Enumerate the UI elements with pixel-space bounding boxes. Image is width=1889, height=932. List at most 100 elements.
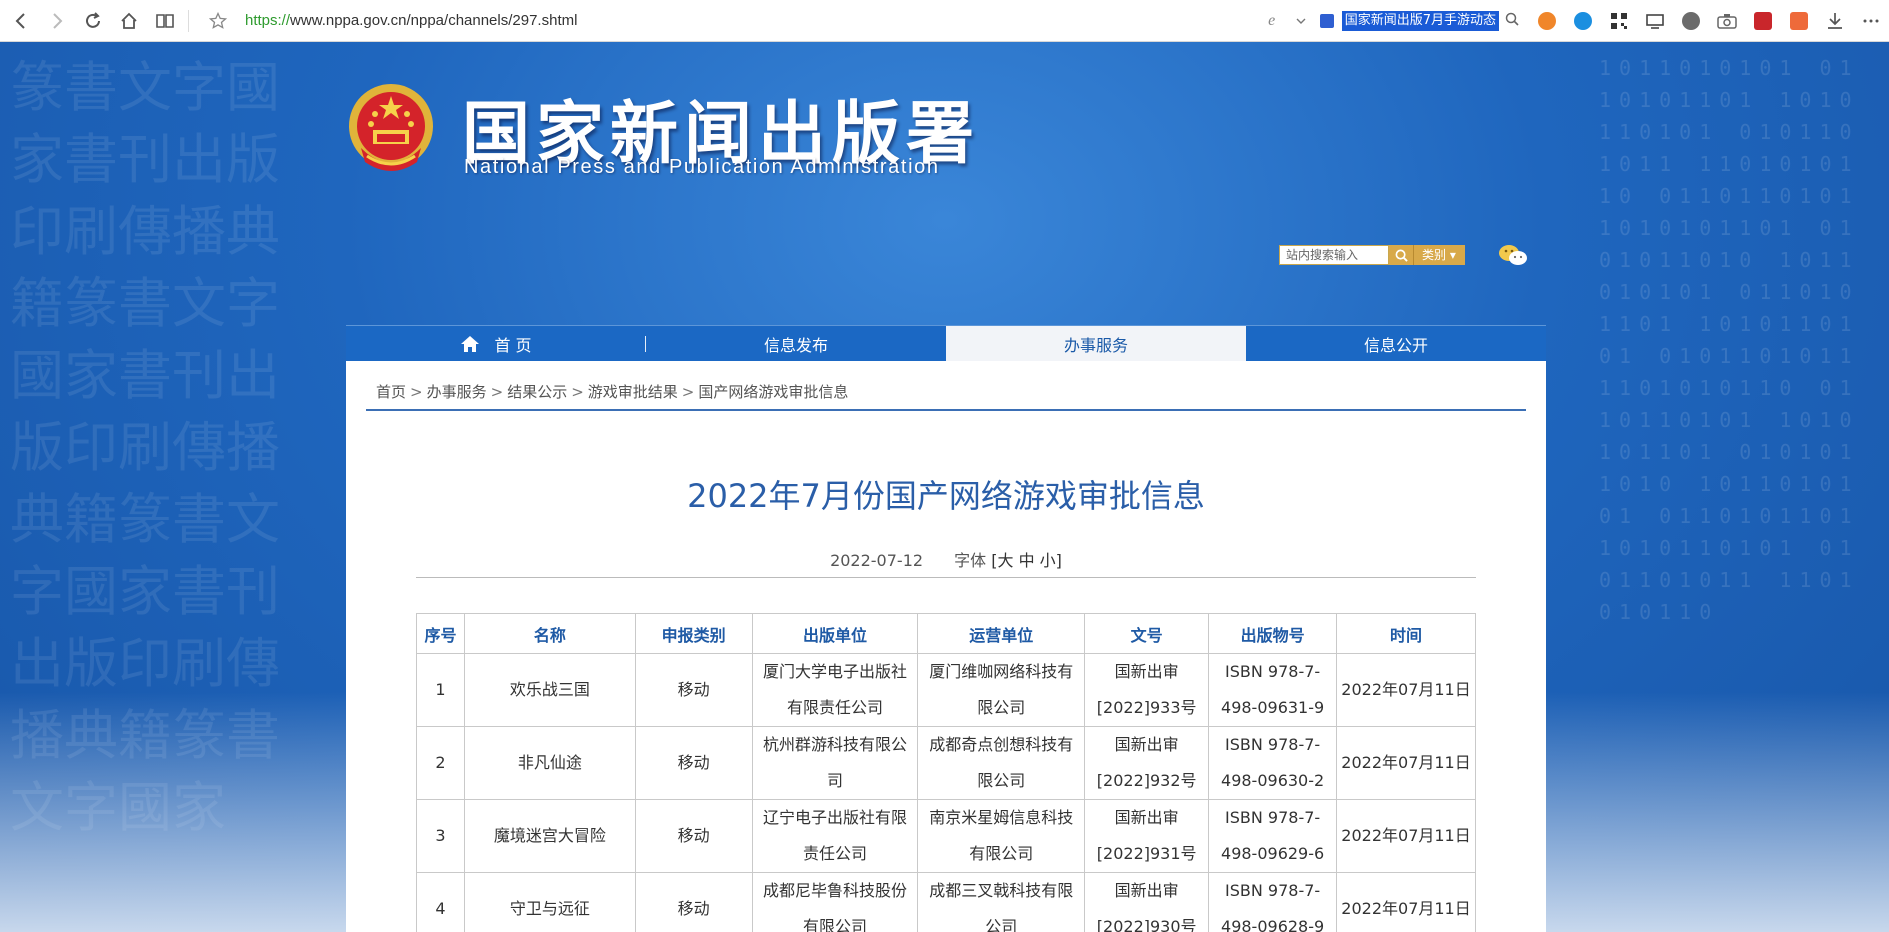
cell-publisher: 杭州群游科技有限公司 bbox=[751, 726, 919, 800]
nav-info-disclosure[interactable]: 信息公开 bbox=[1246, 326, 1546, 362]
main-nav: 首 页 信息发布 办事服务 信息公开 bbox=[346, 325, 1546, 362]
cell-no: 2 bbox=[416, 726, 465, 800]
chevron-down-icon[interactable] bbox=[1290, 0, 1312, 42]
breadcrumb: 首页 > 办事服务 > 结果公示 > 游戏审批结果 > 国产网络游戏审批信息 bbox=[376, 381, 848, 402]
cell-operator: 成都三叉戟科技有限公司 bbox=[917, 872, 1086, 932]
download-icon[interactable] bbox=[1817, 0, 1853, 42]
reload-icon[interactable] bbox=[78, 6, 108, 36]
red-extension-icon[interactable] bbox=[1745, 0, 1781, 42]
qr-code-icon[interactable] bbox=[1601, 0, 1637, 42]
col-header-document-no: 文号 bbox=[1084, 613, 1210, 654]
cell-operator: 厦门维咖网络科技有限公司 bbox=[917, 653, 1086, 727]
address-bar[interactable]: https://www.nppa.gov.cn/nppa/channels/29… bbox=[245, 12, 577, 29]
col-header-publisher: 出版单位 bbox=[751, 613, 919, 654]
font-size-options[interactable]: [大 中 小] bbox=[991, 551, 1062, 570]
table-row: 2 非凡仙途 移动 杭州群游科技有限公司 成都奇点创想科技有限公司 国新出审[2… bbox=[416, 726, 1476, 800]
col-header-no: 序号 bbox=[416, 613, 465, 654]
search-icon[interactable] bbox=[1499, 12, 1525, 30]
forward-icon[interactable] bbox=[42, 6, 72, 36]
wechat-icon[interactable] bbox=[1498, 243, 1528, 267]
breadcrumb-separator: > bbox=[490, 383, 504, 401]
breadcrumb-results[interactable]: 结果公示 bbox=[507, 383, 567, 401]
nav-services[interactable]: 办事服务 bbox=[946, 326, 1246, 362]
cell-isbn: ISBN 978-7-498-09630-2 bbox=[1208, 726, 1338, 800]
browser-toolbar: https://www.nppa.gov.cn/nppa/channels/29… bbox=[0, 0, 1889, 42]
nav-info-release[interactable]: 信息发布 bbox=[646, 326, 946, 362]
cast-icon[interactable] bbox=[1637, 0, 1673, 42]
meta-divider bbox=[416, 577, 1476, 578]
game-approval-table: 序号 名称 申报类别 出版单位 运营单位 文号 出版物号 时间 1 欢乐战三国 … bbox=[416, 613, 1476, 932]
cell-operator: 成都奇点创想科技有限公司 bbox=[917, 726, 1086, 800]
search-icon bbox=[1395, 249, 1408, 262]
nav-label: 信息公开 bbox=[1363, 336, 1428, 355]
more-menu-icon[interactable] bbox=[1853, 0, 1889, 42]
nav-label: 首 页 bbox=[494, 336, 532, 355]
cell-time: 2022年07月11日 bbox=[1336, 653, 1476, 727]
site-subtitle: National Press and Publication Administr… bbox=[464, 156, 940, 178]
nav-label: 办事服务 bbox=[1063, 336, 1128, 355]
home-icon bbox=[461, 336, 480, 352]
reading-mode-icon[interactable] bbox=[150, 6, 180, 36]
article-meta: 2022-07-12 字体 [大 中 小] bbox=[346, 547, 1546, 571]
breadcrumb-services[interactable]: 办事服务 bbox=[427, 383, 487, 401]
table-row: 4 守卫与远征 移动 成都尼毕鲁科技股份有限公司 成都三叉戟科技有限公司 国新出… bbox=[416, 872, 1476, 932]
browser-search-box[interactable]: 国家新闻出版7月手游动态 bbox=[1312, 9, 1525, 33]
breadcrumb-separator: > bbox=[410, 383, 423, 401]
cell-document-no: 国新出审[2022]930号 bbox=[1084, 872, 1210, 932]
search-engine-icon[interactable] bbox=[1312, 9, 1342, 33]
col-header-time: 时间 bbox=[1336, 613, 1476, 654]
cell-name: 守卫与远征 bbox=[463, 872, 636, 932]
col-header-isbn: 出版物号 bbox=[1208, 613, 1338, 654]
translate-icon[interactable] bbox=[1781, 0, 1817, 42]
cell-category: 移动 bbox=[634, 653, 753, 727]
site-search: 站内搜索输入 类别 ▾ bbox=[1279, 245, 1465, 265]
cell-category: 移动 bbox=[634, 726, 753, 800]
url-scheme: https:// bbox=[245, 12, 291, 29]
cell-no: 4 bbox=[416, 872, 465, 932]
content-panel: 首页 > 办事服务 > 结果公示 > 游戏审批结果 > 国产网络游戏审批信息 2022年7月份国… bbox=[346, 361, 1546, 932]
site-search-button[interactable] bbox=[1389, 245, 1413, 265]
cell-isbn: ISBN 978-7-498-09628-9 bbox=[1208, 872, 1338, 932]
font-size-label: 字体 bbox=[954, 551, 987, 570]
breadcrumb-separator: > bbox=[571, 383, 584, 401]
breadcrumb-separator: > bbox=[681, 383, 695, 401]
cell-isbn: ISBN 978-7-498-09631-9 bbox=[1208, 653, 1338, 727]
table-header-row: 序号 名称 申报类别 出版单位 运营单位 文号 出版物号 时间 bbox=[416, 613, 1476, 654]
table-row: 1 欢乐战三国 移动 厦门大学电子出版社有限责任公司 厦门维咖网络科技有限公司 … bbox=[416, 653, 1476, 727]
cell-time: 2022年07月11日 bbox=[1336, 726, 1476, 800]
cell-isbn: ISBN 978-7-498-09629-6 bbox=[1208, 799, 1338, 873]
cell-document-no: 国新出审[2022]932号 bbox=[1084, 726, 1210, 800]
camera-icon[interactable] bbox=[1709, 0, 1745, 42]
infinity-extension-icon[interactable] bbox=[1565, 0, 1601, 42]
cell-document-no: 国新出审[2022]933号 bbox=[1084, 653, 1210, 727]
cell-operator: 南京米星姆信息科技有限公司 bbox=[917, 799, 1086, 873]
bookmark-star-icon[interactable] bbox=[203, 6, 233, 36]
breadcrumb-divider bbox=[366, 409, 1526, 411]
game-extension-icon[interactable] bbox=[1529, 0, 1565, 42]
home-icon[interactable] bbox=[114, 6, 144, 36]
col-header-name: 名称 bbox=[463, 613, 636, 654]
toolbar-divider bbox=[188, 9, 189, 32]
cell-category: 移动 bbox=[634, 872, 753, 932]
shield-extension-icon[interactable] bbox=[1673, 0, 1709, 42]
nav-home[interactable]: 首 页 bbox=[346, 326, 646, 362]
breadcrumb-current[interactable]: 国产网络游戏审批信息 bbox=[698, 383, 848, 401]
article-date: 2022-07-12 bbox=[830, 551, 924, 570]
cell-time: 2022年07月11日 bbox=[1336, 799, 1476, 873]
breadcrumb-home[interactable]: 首页 bbox=[376, 383, 406, 401]
cell-no: 3 bbox=[416, 799, 465, 873]
search-category-select[interactable]: 类别 ▾ bbox=[1413, 245, 1465, 265]
table-row: 3 魔境迷宫大冒险 移动 辽宁电子出版社有限责任公司 南京米星姆信息科技有限公司… bbox=[416, 799, 1476, 873]
ie-mode-icon[interactable]: e bbox=[1254, 0, 1290, 42]
cell-publisher: 辽宁电子出版社有限责任公司 bbox=[751, 799, 919, 873]
breadcrumb-game-results[interactable]: 游戏审批结果 bbox=[588, 383, 678, 401]
site-search-input[interactable]: 站内搜索输入 bbox=[1279, 245, 1389, 265]
cell-name: 魔境迷宫大冒险 bbox=[463, 799, 636, 873]
search-query[interactable]: 国家新闻出版7月手游动态 bbox=[1341, 11, 1499, 31]
cell-name: 非凡仙途 bbox=[463, 726, 636, 800]
cell-publisher: 厦门大学电子出版社有限责任公司 bbox=[751, 653, 919, 727]
back-icon[interactable] bbox=[6, 6, 36, 36]
col-header-category: 申报类别 bbox=[634, 613, 753, 654]
cell-name: 欢乐战三国 bbox=[463, 653, 636, 727]
url-path: www.nppa.gov.cn/nppa/channels/297.shtml bbox=[290, 12, 578, 29]
